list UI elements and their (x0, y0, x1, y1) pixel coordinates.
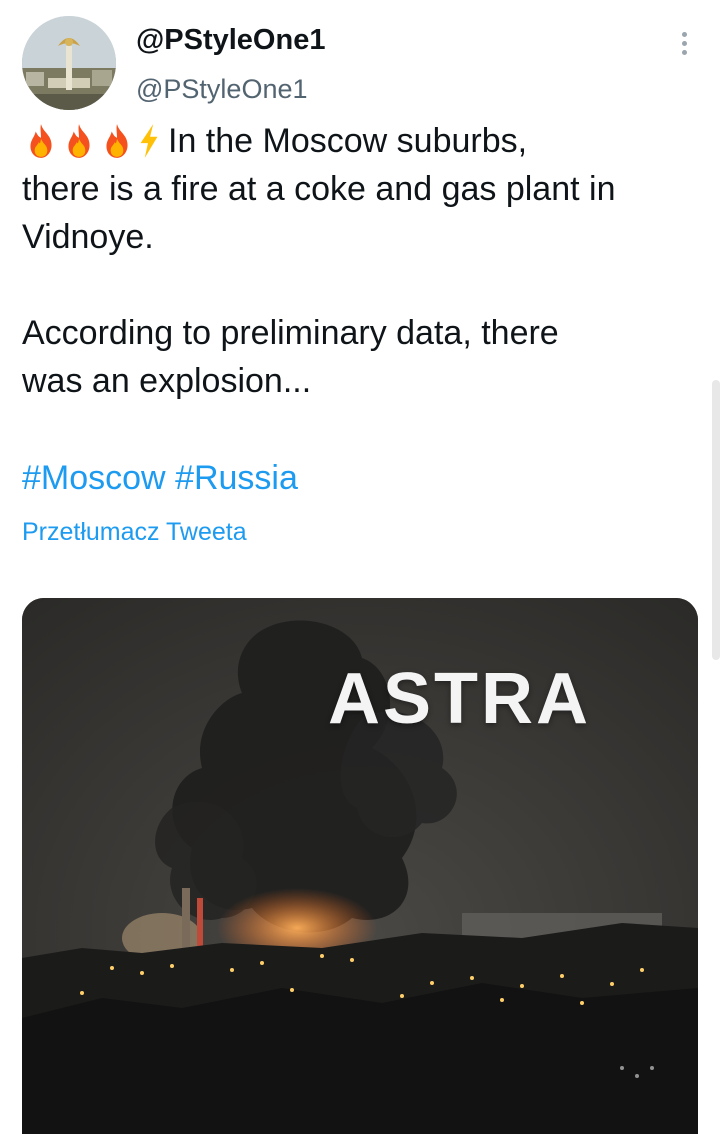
tweet-media[interactable]: ASTRA (22, 598, 698, 1134)
more-dot-icon (682, 50, 687, 55)
emoji-group (22, 120, 162, 166)
hashtag-moscow[interactable]: #Moscow (22, 459, 166, 497)
tweet-text-line-5: was an explosion... (22, 362, 312, 400)
hashtag-list: #Moscow #Russia (22, 455, 298, 501)
lightning-icon (140, 124, 158, 158)
fire-icon (68, 124, 90, 158)
avatar[interactable] (22, 16, 116, 110)
display-name[interactable]: @PStyleOne1 (136, 24, 325, 57)
tweet-text-line-1: In the Moscow suburbs, (22, 118, 527, 166)
user-handle[interactable]: @PStyleOne1 (136, 74, 308, 105)
fire-icon (30, 124, 52, 158)
more-options-button[interactable] (672, 28, 698, 60)
tweet-text: In the Moscow suburbs, (168, 122, 528, 160)
tweet-text-line-3: Vidnoye. (22, 218, 154, 256)
tweet: @PStyleOne1 @PStyleOne1 In the Moscow su… (0, 0, 720, 1134)
more-dot-icon (682, 32, 687, 37)
translate-tweet-link[interactable]: Przetłumacz Tweeta (22, 518, 247, 547)
media-watermark: ASTRA (328, 659, 591, 739)
hashtag-russia[interactable]: #Russia (175, 459, 298, 497)
tweet-text-line-4: According to preliminary data, there (22, 314, 559, 352)
scrollbar[interactable] (712, 380, 720, 660)
fire-icon (106, 124, 128, 158)
avatar-image (22, 16, 116, 110)
more-dot-icon (682, 41, 687, 46)
tweet-text-line-2: there is a fire at a coke and gas plant … (22, 170, 616, 208)
